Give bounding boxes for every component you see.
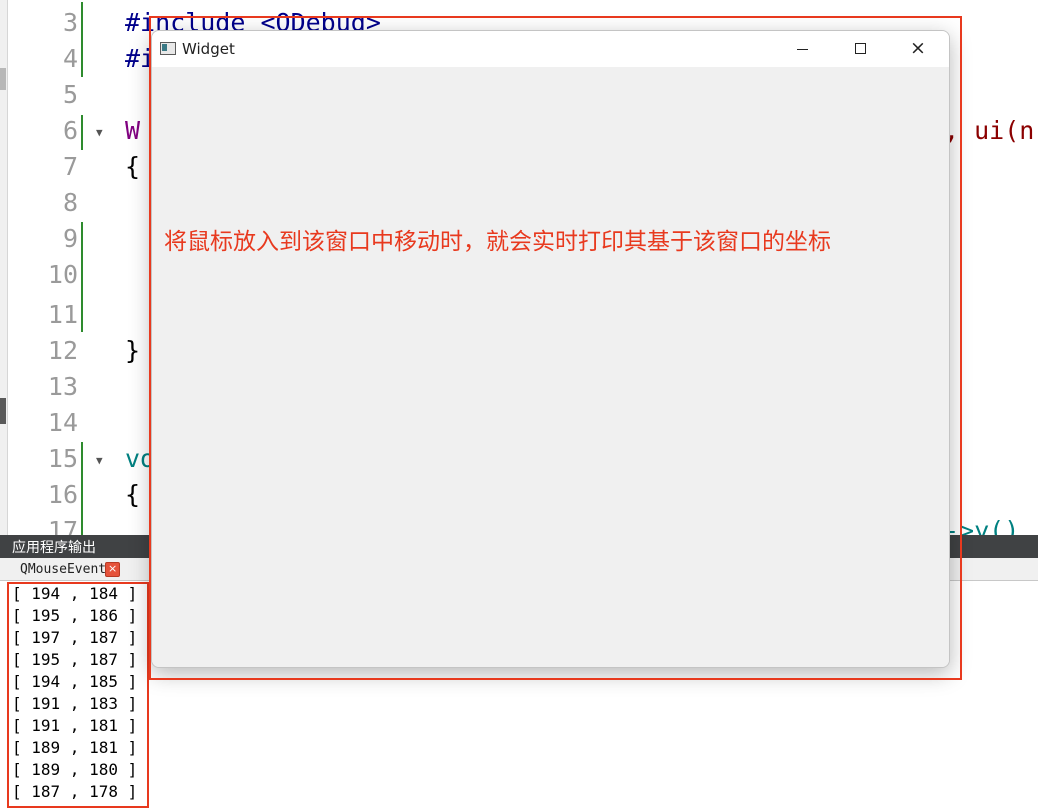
tab-label: QMouseEvent — [20, 562, 107, 577]
code-line: W — [125, 116, 141, 145]
change-marker — [81, 115, 83, 150]
line-number: 12 — [47, 336, 78, 365]
code-line: { — [125, 152, 141, 181]
scroll-marker — [0, 68, 6, 90]
code-line: } — [125, 336, 141, 365]
change-marker — [81, 2, 83, 77]
line-number: 6 — [62, 116, 78, 145]
line-number: 4 — [62, 44, 78, 73]
line-number: 16 — [47, 480, 78, 509]
line-number: 3 — [62, 8, 78, 37]
scroll-marker — [0, 398, 6, 424]
fold-arrow-icon[interactable]: ▼ — [96, 454, 103, 467]
line-number: 5 — [62, 80, 78, 109]
line-number: 11 — [47, 300, 78, 329]
line-number: 10 — [47, 260, 78, 289]
tab-qmouseevent[interactable]: QMouseEvent × — [14, 558, 121, 580]
code-line: { — [125, 480, 141, 509]
change-marker — [81, 442, 83, 535]
highlight-box — [7, 582, 149, 808]
line-number: 9 — [62, 224, 78, 253]
highlight-box — [149, 16, 962, 680]
line-number: 7 — [62, 152, 78, 181]
line-number: 14 — [47, 408, 78, 437]
change-marker — [81, 222, 83, 332]
output-pane-title: 应用程序输出 — [12, 540, 96, 556]
close-icon[interactable]: × — [105, 562, 121, 577]
fold-arrow-icon[interactable]: ▼ — [96, 126, 103, 139]
line-number: 13 — [47, 372, 78, 401]
line-number: 8 — [62, 188, 78, 217]
line-number: 15 — [47, 444, 78, 473]
